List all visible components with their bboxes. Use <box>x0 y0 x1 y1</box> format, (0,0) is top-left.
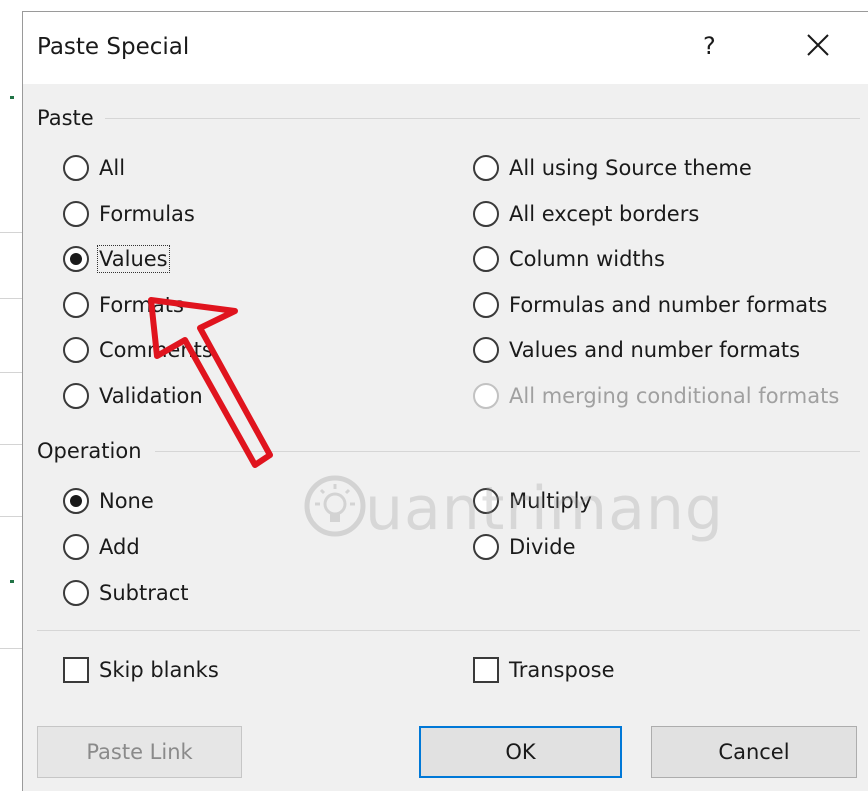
separator <box>37 630 860 631</box>
radio-values-and-number-formats[interactable]: Values and number formats <box>473 334 800 366</box>
radio-button[interactable] <box>473 488 499 514</box>
skip-blanks-label: Skip blanks <box>99 658 219 682</box>
radio-label: Formats <box>99 292 184 317</box>
radio-label: Column widths <box>509 247 665 271</box>
radio-button[interactable] <box>473 246 499 272</box>
operation-group-label: Operation <box>37 439 142 463</box>
radio-multiply[interactable]: Multiply <box>473 485 592 517</box>
radio-label: None <box>99 489 154 513</box>
radio-button[interactable] <box>473 200 499 227</box>
radio-label: Add <box>99 535 140 559</box>
radio-none[interactable]: None <box>63 485 154 517</box>
radio-button <box>473 382 499 409</box>
radio-button[interactable] <box>473 337 499 363</box>
transpose-checkbox[interactable]: Transpose <box>473 654 615 686</box>
radio-button[interactable] <box>63 291 89 318</box>
radio-all-merging-conditional-formats: All merging conditional formats <box>473 380 839 412</box>
transpose-label: Transpose <box>509 658 615 682</box>
radio-formulas-and-number-formats[interactable]: Formulas and number formats <box>473 289 827 321</box>
radio-label: All except borders <box>509 201 700 226</box>
radio-label: Comments <box>99 338 213 362</box>
radio-button[interactable] <box>63 337 89 363</box>
paste-link-button[interactable]: Paste Link <box>37 726 242 778</box>
radio-subtract[interactable]: Subtract <box>63 577 189 609</box>
radio-label: Values and number formats <box>509 338 801 362</box>
paste-group-label: Paste <box>37 106 94 130</box>
radio-divide[interactable]: Divide <box>473 531 576 563</box>
cancel-button[interactable]: Cancel <box>651 726 857 778</box>
radio-button[interactable] <box>63 580 89 606</box>
radio-button[interactable] <box>63 200 89 227</box>
grid-line <box>0 232 22 233</box>
skip-blanks-checkbox[interactable]: Skip blanks <box>63 654 219 686</box>
radio-all-using-source-theme[interactable]: All using Source theme <box>473 152 752 184</box>
checkbox-box[interactable] <box>473 657 499 683</box>
radio-values[interactable]: Values <box>63 243 170 275</box>
grid-line <box>0 372 22 373</box>
radio-button[interactable] <box>63 382 89 409</box>
grid-line <box>0 298 22 299</box>
radio-label: All <box>99 156 126 180</box>
radio-all[interactable]: All <box>63 152 125 184</box>
watermark: uantrimang <box>303 474 723 544</box>
radio-button[interactable] <box>473 291 499 318</box>
ok-button[interactable]: OK <box>419 726 622 778</box>
radio-button[interactable] <box>63 155 89 181</box>
radio-label: Subtract <box>99 581 189 605</box>
radio-formulas[interactable]: Formulas <box>63 198 195 230</box>
radio-button[interactable] <box>63 246 89 272</box>
grid-line <box>0 444 22 445</box>
radio-all-except-borders[interactable]: All except borders <box>473 198 699 230</box>
radio-button[interactable] <box>473 155 499 181</box>
radio-label: Validation <box>99 383 203 408</box>
radio-add[interactable]: Add <box>63 531 140 563</box>
close-icon[interactable] <box>803 30 833 60</box>
separator <box>105 118 860 119</box>
dialog-title: Paste Special <box>37 34 190 60</box>
radio-button[interactable] <box>63 488 89 514</box>
radio-column-widths[interactable]: Column widths <box>473 243 665 275</box>
selection-marker <box>10 580 14 583</box>
radio-label: Divide <box>509 535 576 559</box>
radio-formats[interactable]: Formats <box>63 289 184 321</box>
selection-marker <box>10 96 14 99</box>
radio-button[interactable] <box>473 534 499 560</box>
background-spreadsheet <box>0 0 22 791</box>
radio-comments[interactable]: Comments <box>63 334 213 366</box>
radio-validation[interactable]: Validation <box>63 380 203 412</box>
grid-line <box>0 516 22 517</box>
lightbulb-logo-icon <box>304 475 366 537</box>
paste-special-dialog: Paste Special ? Paste All Formulas Values F… <box>22 11 868 791</box>
help-button[interactable]: ? <box>703 32 716 60</box>
radio-label: Values <box>97 245 170 273</box>
radio-label: All merging conditional formats <box>509 383 840 408</box>
grid-line <box>0 648 22 649</box>
radio-label: Multiply <box>509 489 592 513</box>
separator <box>155 451 860 452</box>
radio-label: Formulas <box>99 201 195 226</box>
radio-label: Formulas and number formats <box>509 292 828 317</box>
checkbox-box[interactable] <box>63 657 89 683</box>
radio-button[interactable] <box>63 534 89 560</box>
title-bar: Paste Special ? <box>23 12 868 84</box>
radio-label: All using Source theme <box>509 156 752 180</box>
